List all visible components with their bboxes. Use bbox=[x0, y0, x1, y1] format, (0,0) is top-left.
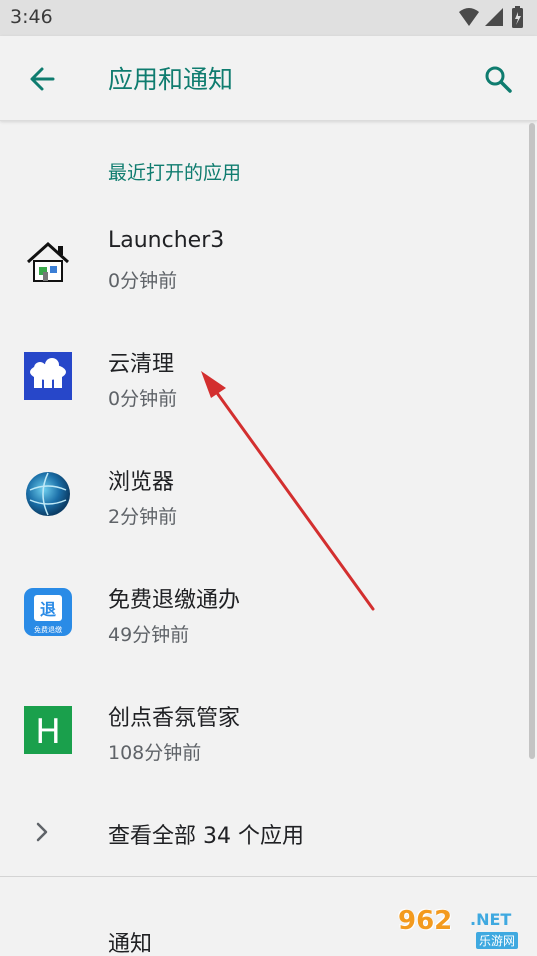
app-bar: 应用和通知 bbox=[0, 36, 537, 121]
app-last-used: 0分钟前 bbox=[108, 270, 178, 292]
house-icon bbox=[24, 238, 72, 286]
chevron-right-icon bbox=[36, 822, 48, 842]
app-name: 云清理 bbox=[108, 352, 175, 377]
app-last-used: 0分钟前 bbox=[108, 388, 178, 410]
app-name: 免费退缴通办 bbox=[108, 588, 241, 613]
back-arrow-icon bbox=[30, 67, 55, 91]
battery-icon bbox=[512, 6, 523, 28]
app-item-fragrance[interactable]: H 创点香氛管家 108分钟前 bbox=[0, 672, 525, 790]
app-item-refund[interactable]: 退 免费退缴 免费退缴通办 49分钟前 bbox=[0, 554, 525, 672]
recent-apps-header: 最近打开的应用 bbox=[108, 162, 242, 184]
search-icon bbox=[485, 66, 512, 93]
app-item-cloud-cleaner[interactable]: 云清理 0分钟前 bbox=[0, 318, 525, 436]
letter-h-icon: H bbox=[24, 706, 72, 754]
page-title: 应用和通知 bbox=[108, 65, 234, 94]
refund-icon-char: 退 bbox=[40, 600, 56, 619]
app-last-used: 49分钟前 bbox=[108, 624, 190, 646]
letter-h-char: H bbox=[35, 712, 61, 752]
watermark-domain: .NET bbox=[470, 910, 512, 929]
app-name: 创点香氛管家 bbox=[108, 706, 241, 731]
app-last-used: 2分钟前 bbox=[108, 506, 178, 528]
signal-icon bbox=[485, 8, 503, 26]
watermark-caption: 乐游网 bbox=[476, 932, 519, 949]
wifi-icon bbox=[459, 8, 479, 26]
divider bbox=[0, 876, 537, 877]
globe-icon bbox=[24, 470, 72, 518]
scrollbar[interactable] bbox=[529, 123, 535, 759]
status-icons bbox=[457, 6, 527, 30]
back-button[interactable] bbox=[24, 60, 62, 98]
search-button[interactable] bbox=[479, 60, 517, 98]
app-item-launcher3[interactable]: Launcher3 0分钟前 bbox=[0, 200, 525, 318]
status-bar: 3:46 bbox=[0, 0, 537, 36]
app-item-browser[interactable]: 浏览器 2分钟前 bbox=[0, 436, 525, 554]
see-all-apps-label: 查看全部 34 个应用 bbox=[108, 824, 304, 849]
watermark-number: 962 bbox=[398, 906, 453, 936]
cloud-cleaner-icon bbox=[24, 352, 72, 400]
watermark-logo: 962 .NET 乐游网 bbox=[398, 906, 530, 952]
status-time: 3:46 bbox=[10, 6, 53, 28]
app-name: Launcher3 bbox=[108, 228, 225, 253]
app-name: 浏览器 bbox=[108, 470, 175, 495]
refund-icon-caption: 免费退缴 bbox=[34, 625, 62, 634]
see-all-apps-button[interactable]: 查看全部 34 个应用 bbox=[0, 790, 525, 876]
notifications-item[interactable]: 通知 bbox=[108, 926, 152, 956]
app-last-used: 108分钟前 bbox=[108, 742, 202, 764]
refund-app-icon: 退 免费退缴 bbox=[24, 588, 72, 636]
